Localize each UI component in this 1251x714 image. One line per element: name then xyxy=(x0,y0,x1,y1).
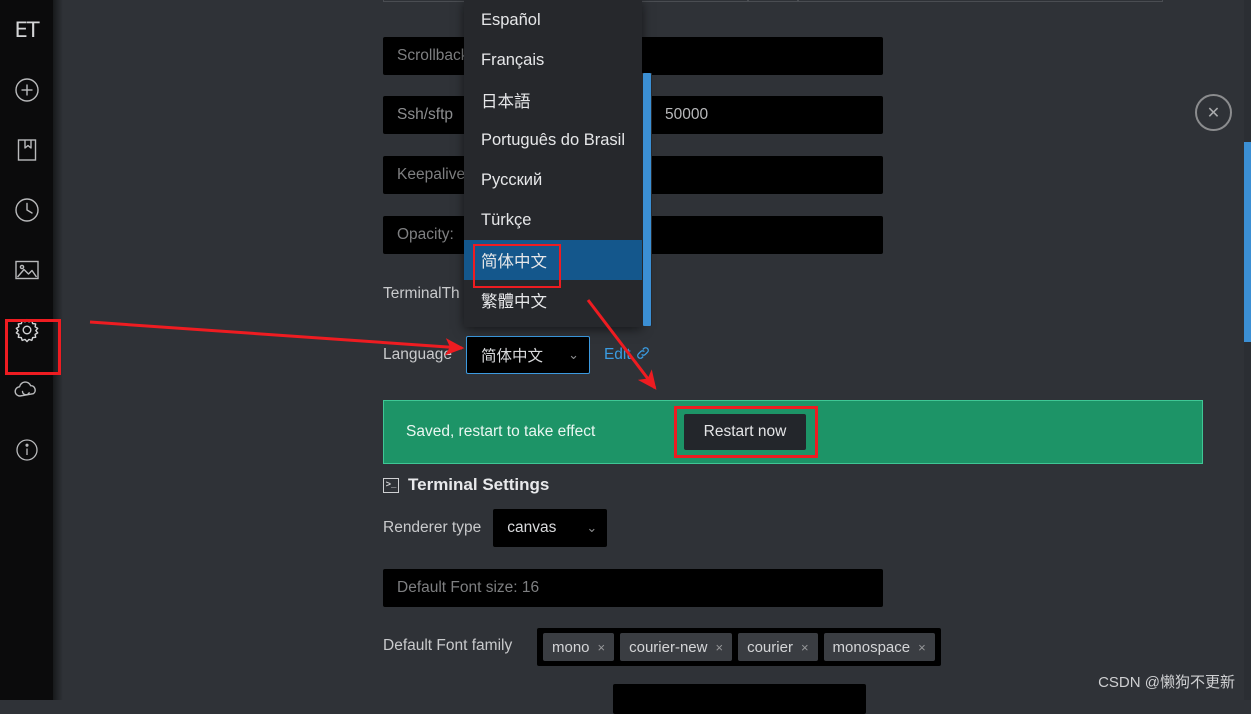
save-banner-text: Saved, restart to take effect xyxy=(406,423,596,440)
clock-icon xyxy=(14,197,40,223)
sidebar-item-logo[interactable]: ET xyxy=(0,0,53,60)
list-item[interactable]: courier-new × xyxy=(620,633,733,661)
dropdown-item-label: 简体中文 xyxy=(481,253,547,271)
tag-label: mono xyxy=(552,638,590,656)
tag-label: courier-new xyxy=(629,638,708,656)
font-size-placeholder: Default Font size: 16 xyxy=(397,579,540,596)
dropdown-item-russian[interactable]: Русский xyxy=(464,160,642,200)
settings-pane: Scrollback Ssh/sftp 50000 Keepalive Opac… xyxy=(63,0,1251,714)
dropdown-item-traditional-chinese[interactable]: 繁體中文 xyxy=(464,280,642,320)
terminal-settings-title: Terminal Settings xyxy=(408,475,550,494)
sidebar-item-gallery[interactable] xyxy=(0,240,53,300)
sidebar-item-new[interactable] xyxy=(0,60,53,120)
sidebar-item-sync[interactable] xyxy=(0,360,53,420)
watermark: CSDN @懒狗不更新 xyxy=(1098,674,1235,691)
sidebar-item-settings[interactable] xyxy=(0,300,53,360)
list-item[interactable]: courier × xyxy=(738,633,818,661)
terminal-theme-label: TerminalTh xyxy=(383,285,460,302)
close-circle-icon[interactable]: ✕ xyxy=(1195,94,1232,131)
dropdown-item-turkce[interactable]: Türkçe xyxy=(464,200,642,240)
tag-label: monospace xyxy=(832,638,911,656)
partial-cell-3 xyxy=(798,0,1163,2)
language-label: Language xyxy=(383,346,452,363)
font-size-input[interactable]: Default Font size: 16 xyxy=(383,569,883,607)
dropdown-scrollbar-thumb[interactable] xyxy=(643,73,651,326)
rail-divider xyxy=(53,0,63,700)
list-item[interactable]: mono × xyxy=(543,633,615,661)
sidebar-item-history[interactable] xyxy=(0,180,53,240)
ssh-sftp-label: Ssh/sftp xyxy=(397,106,453,123)
dropdown-item-japanese[interactable]: 日本語 xyxy=(464,80,642,120)
console-icon: >_ xyxy=(383,477,399,493)
sidebar-rail: ET xyxy=(0,0,53,700)
language-select[interactable]: 简体中文 ⌄ xyxy=(465,336,590,374)
dropdown-item-label: Français xyxy=(481,50,545,69)
page-scrollbar-thumb[interactable] xyxy=(1244,142,1251,342)
chevron-down-icon: ⌄ xyxy=(586,520,598,535)
close-icon[interactable]: × xyxy=(918,640,926,655)
sidebar-item-bookmarks[interactable] xyxy=(0,120,53,180)
edit-link-label: Edit xyxy=(603,346,631,363)
terminal-settings-heading: >_ Terminal Settings xyxy=(383,475,549,495)
scrollback-label: Scrollback xyxy=(397,47,469,64)
language-dropdown[interactable]: Español Français 日本語 Português do Brasil… xyxy=(464,0,642,327)
opacity-label: Opacity: xyxy=(397,226,454,243)
language-select-value: 简体中文 xyxy=(480,348,543,365)
info-icon xyxy=(15,438,39,462)
dropdown-item-francais[interactable]: Français xyxy=(464,40,642,80)
renderer-type-select[interactable]: canvas ⌄ xyxy=(493,509,608,547)
partial-cell-2 xyxy=(748,0,798,2)
tag-label: courier xyxy=(747,638,793,656)
cloud-sync-icon xyxy=(13,379,40,401)
dropdown-item-label: 日本語 xyxy=(481,93,531,111)
dropdown-item-portugues-brasil[interactable]: Português do Brasil xyxy=(464,120,642,160)
keepalive-label: Keepalive xyxy=(397,166,466,183)
renderer-type-label: Renderer type xyxy=(383,519,482,536)
close-icon[interactable]: × xyxy=(801,640,809,655)
close-icon[interactable]: × xyxy=(716,640,724,655)
dropdown-item-label: Türkçe xyxy=(481,210,532,229)
dropdown-item-espanol[interactable]: Español xyxy=(464,0,642,40)
font-family-tag-list[interactable]: mono × courier-new × courier × monospace… xyxy=(537,628,941,666)
page-scrollbar-track[interactable] xyxy=(1244,0,1251,700)
dropdown-item-label: Português do Brasil xyxy=(481,130,625,149)
ssh-sftp-value: 50000 xyxy=(665,106,709,123)
partial-bottom-input[interactable] xyxy=(613,684,866,714)
restart-now-button[interactable]: Restart now xyxy=(684,414,806,450)
dropdown-item-label: Español xyxy=(481,10,541,29)
close-icon[interactable]: × xyxy=(598,640,606,655)
font-family-label: Default Font family xyxy=(383,637,513,654)
app-logo: ET xyxy=(14,18,39,42)
close-icon-glyph: ✕ xyxy=(1206,104,1221,122)
list-item[interactable]: monospace × xyxy=(823,633,935,661)
sidebar-item-about[interactable] xyxy=(0,420,53,480)
dropdown-item-label: 繁體中文 xyxy=(481,293,547,311)
bookmark-icon xyxy=(15,137,39,163)
link-icon xyxy=(636,346,650,365)
plus-circle-icon xyxy=(14,77,40,103)
language-edit-link[interactable]: Edit xyxy=(604,346,650,365)
gear-icon xyxy=(14,317,40,343)
chevron-down-icon: ⌄ xyxy=(568,347,579,362)
dropdown-item-simplified-chinese[interactable]: 简体中文 xyxy=(464,240,642,280)
renderer-type-value: canvas xyxy=(507,519,557,536)
restart-now-label: Restart now xyxy=(703,423,787,440)
dropdown-item-label: Русский xyxy=(481,170,543,189)
image-icon xyxy=(14,259,40,281)
